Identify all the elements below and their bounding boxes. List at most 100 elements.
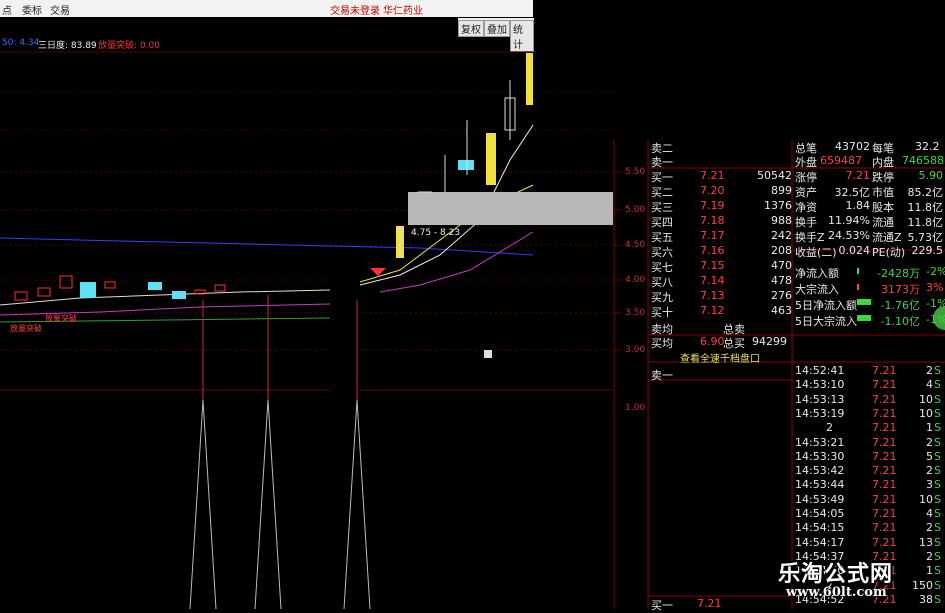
- tick-volume: 2: [926, 521, 933, 535]
- summary-label: 换手Z: [795, 231, 825, 244]
- summary-value: 1.84: [845, 199, 871, 212]
- tick-side: S: [934, 592, 941, 606]
- summary-value: 24.53%: [828, 229, 870, 242]
- flow-value: 3173万: [881, 283, 920, 296]
- bottom-buy-price: 7.21: [697, 597, 722, 610]
- tick-side: S: [934, 364, 941, 377]
- ob-buy-label: 买一: [651, 171, 673, 184]
- ob-buy-label: 买四: [651, 216, 673, 229]
- summary-value: 11.8亿: [907, 216, 944, 229]
- summary-label: 流通: [872, 216, 894, 229]
- chart-annotation: 放量突破: [45, 314, 77, 323]
- tick-side: S: [934, 478, 941, 492]
- axis-tick: 4.00: [625, 275, 646, 285]
- summary-value: 85.2亿: [907, 186, 944, 199]
- tick-volume: 150: [912, 578, 933, 592]
- inner-volume-label: 内盘: [872, 156, 894, 169]
- summary-value: 32.2: [915, 140, 940, 153]
- tick-side: S: [934, 449, 941, 463]
- tick-volume: 1: [926, 564, 933, 578]
- tick-time: 14:54:17: [795, 535, 845, 549]
- axis-tick: 3.00: [625, 345, 646, 355]
- ob-buy-volume: 470: [771, 259, 792, 272]
- ob-buy-label: 买十: [651, 306, 673, 319]
- tick-side: S: [934, 564, 941, 578]
- tick-side: S: [934, 435, 941, 449]
- tick-side: S: [934, 406, 941, 420]
- ob-buy-volume: 988: [771, 214, 792, 227]
- tick-side: S: [934, 392, 941, 406]
- tick-volume: 4: [926, 507, 933, 520]
- tick-side: S: [934, 578, 941, 592]
- tick-time: 14:53:30: [795, 449, 845, 463]
- ob-buy-price: 7.13: [700, 289, 725, 302]
- buy-avg-price: 6.90: [700, 335, 725, 348]
- summary-label: 涨停: [795, 171, 817, 184]
- tick-price: 7.21: [872, 507, 897, 520]
- ob-buy-volume: 1376: [764, 199, 792, 212]
- tick-volume: 2: [926, 435, 933, 449]
- tick-side: S: [934, 492, 941, 506]
- flow-label: 大宗流入: [795, 283, 839, 296]
- ob-buy-label: 买二: [651, 186, 673, 199]
- flow-value: -1.10亿: [880, 315, 920, 328]
- tick-time: 14:53:13: [795, 392, 845, 406]
- axis-tick: 1.00: [625, 403, 646, 413]
- ob-buy-volume: 276: [771, 289, 792, 302]
- ob-buy-price: 7.20: [700, 184, 725, 197]
- sell1-row: 卖一: [651, 369, 673, 382]
- tick-volume: 13: [919, 535, 933, 549]
- tick-side: S: [934, 549, 941, 563]
- tick-price: 7.21: [872, 464, 897, 478]
- ob-sell1-label: 卖一: [651, 156, 673, 169]
- tick-volume: 5: [926, 449, 933, 463]
- tick-side: S: [934, 378, 941, 392]
- flow-label: 5日大宗流入: [795, 315, 857, 328]
- ob-buy-label: 买七: [651, 261, 673, 274]
- summary-label: 净资: [795, 201, 817, 214]
- tick-side: S: [934, 464, 941, 478]
- ob-buy-label: 买五: [651, 231, 673, 244]
- ob-buy-volume: 50542: [757, 169, 792, 182]
- summary-value: 7.21: [845, 169, 871, 182]
- tick-side: S: [934, 507, 941, 520]
- flow-pct: -1%: [926, 297, 945, 310]
- tick-volume: 3: [926, 478, 933, 492]
- ob-buy-price: 7.21: [700, 169, 725, 182]
- ob-buy-volume: 899: [771, 184, 792, 197]
- ob-buy-price: 7.14: [700, 274, 725, 287]
- ob-buy-volume: 242: [771, 229, 792, 242]
- tick-volume: 4: [926, 378, 933, 392]
- summary-value: 11.94%: [828, 214, 870, 227]
- tick-side: S: [934, 521, 941, 535]
- tick-price: 7.21: [872, 521, 897, 535]
- summary-label: 资产: [795, 186, 817, 199]
- full-depth-link[interactable]: 查看全速千档盘口: [680, 350, 760, 365]
- ob-buy-label: 买九: [651, 291, 673, 304]
- ob-buy-price: 7.12: [700, 304, 725, 317]
- total-buy-label: 总买: [723, 337, 745, 350]
- ob-buy-label: 买六: [651, 246, 673, 259]
- tick-side: S: [934, 421, 941, 435]
- tick-side: S: [934, 535, 941, 549]
- tick-time: 14:53:21: [795, 435, 845, 449]
- summary-value: 11.8亿: [907, 201, 944, 214]
- ob-buy-price: 7.16: [700, 244, 725, 257]
- ob-buy-label: 买八: [651, 276, 673, 289]
- tick-time: 14:54:05: [795, 507, 845, 520]
- tick-price: 7.21: [872, 449, 897, 463]
- ob-buy-volume: 463: [771, 304, 792, 317]
- summary-value: 43702: [835, 140, 870, 153]
- outer-volume-label: 外盘: [795, 156, 817, 169]
- watermark-url: www.60lt.com: [786, 585, 887, 600]
- summary-label: 跌停: [872, 171, 894, 184]
- tick-time: 2: [826, 421, 833, 435]
- inner-volume: 746588: [902, 154, 944, 167]
- bottom-buy-label: 买一: [651, 599, 673, 612]
- chart-annotation: 放量突破: [10, 324, 42, 333]
- tick-volume: 2: [926, 464, 933, 478]
- tick-volume: 38: [919, 592, 933, 606]
- summary-label: 流通Z: [872, 231, 902, 244]
- summary-value: 5.73亿: [907, 231, 944, 244]
- ob-buy-label: 买三: [651, 201, 673, 214]
